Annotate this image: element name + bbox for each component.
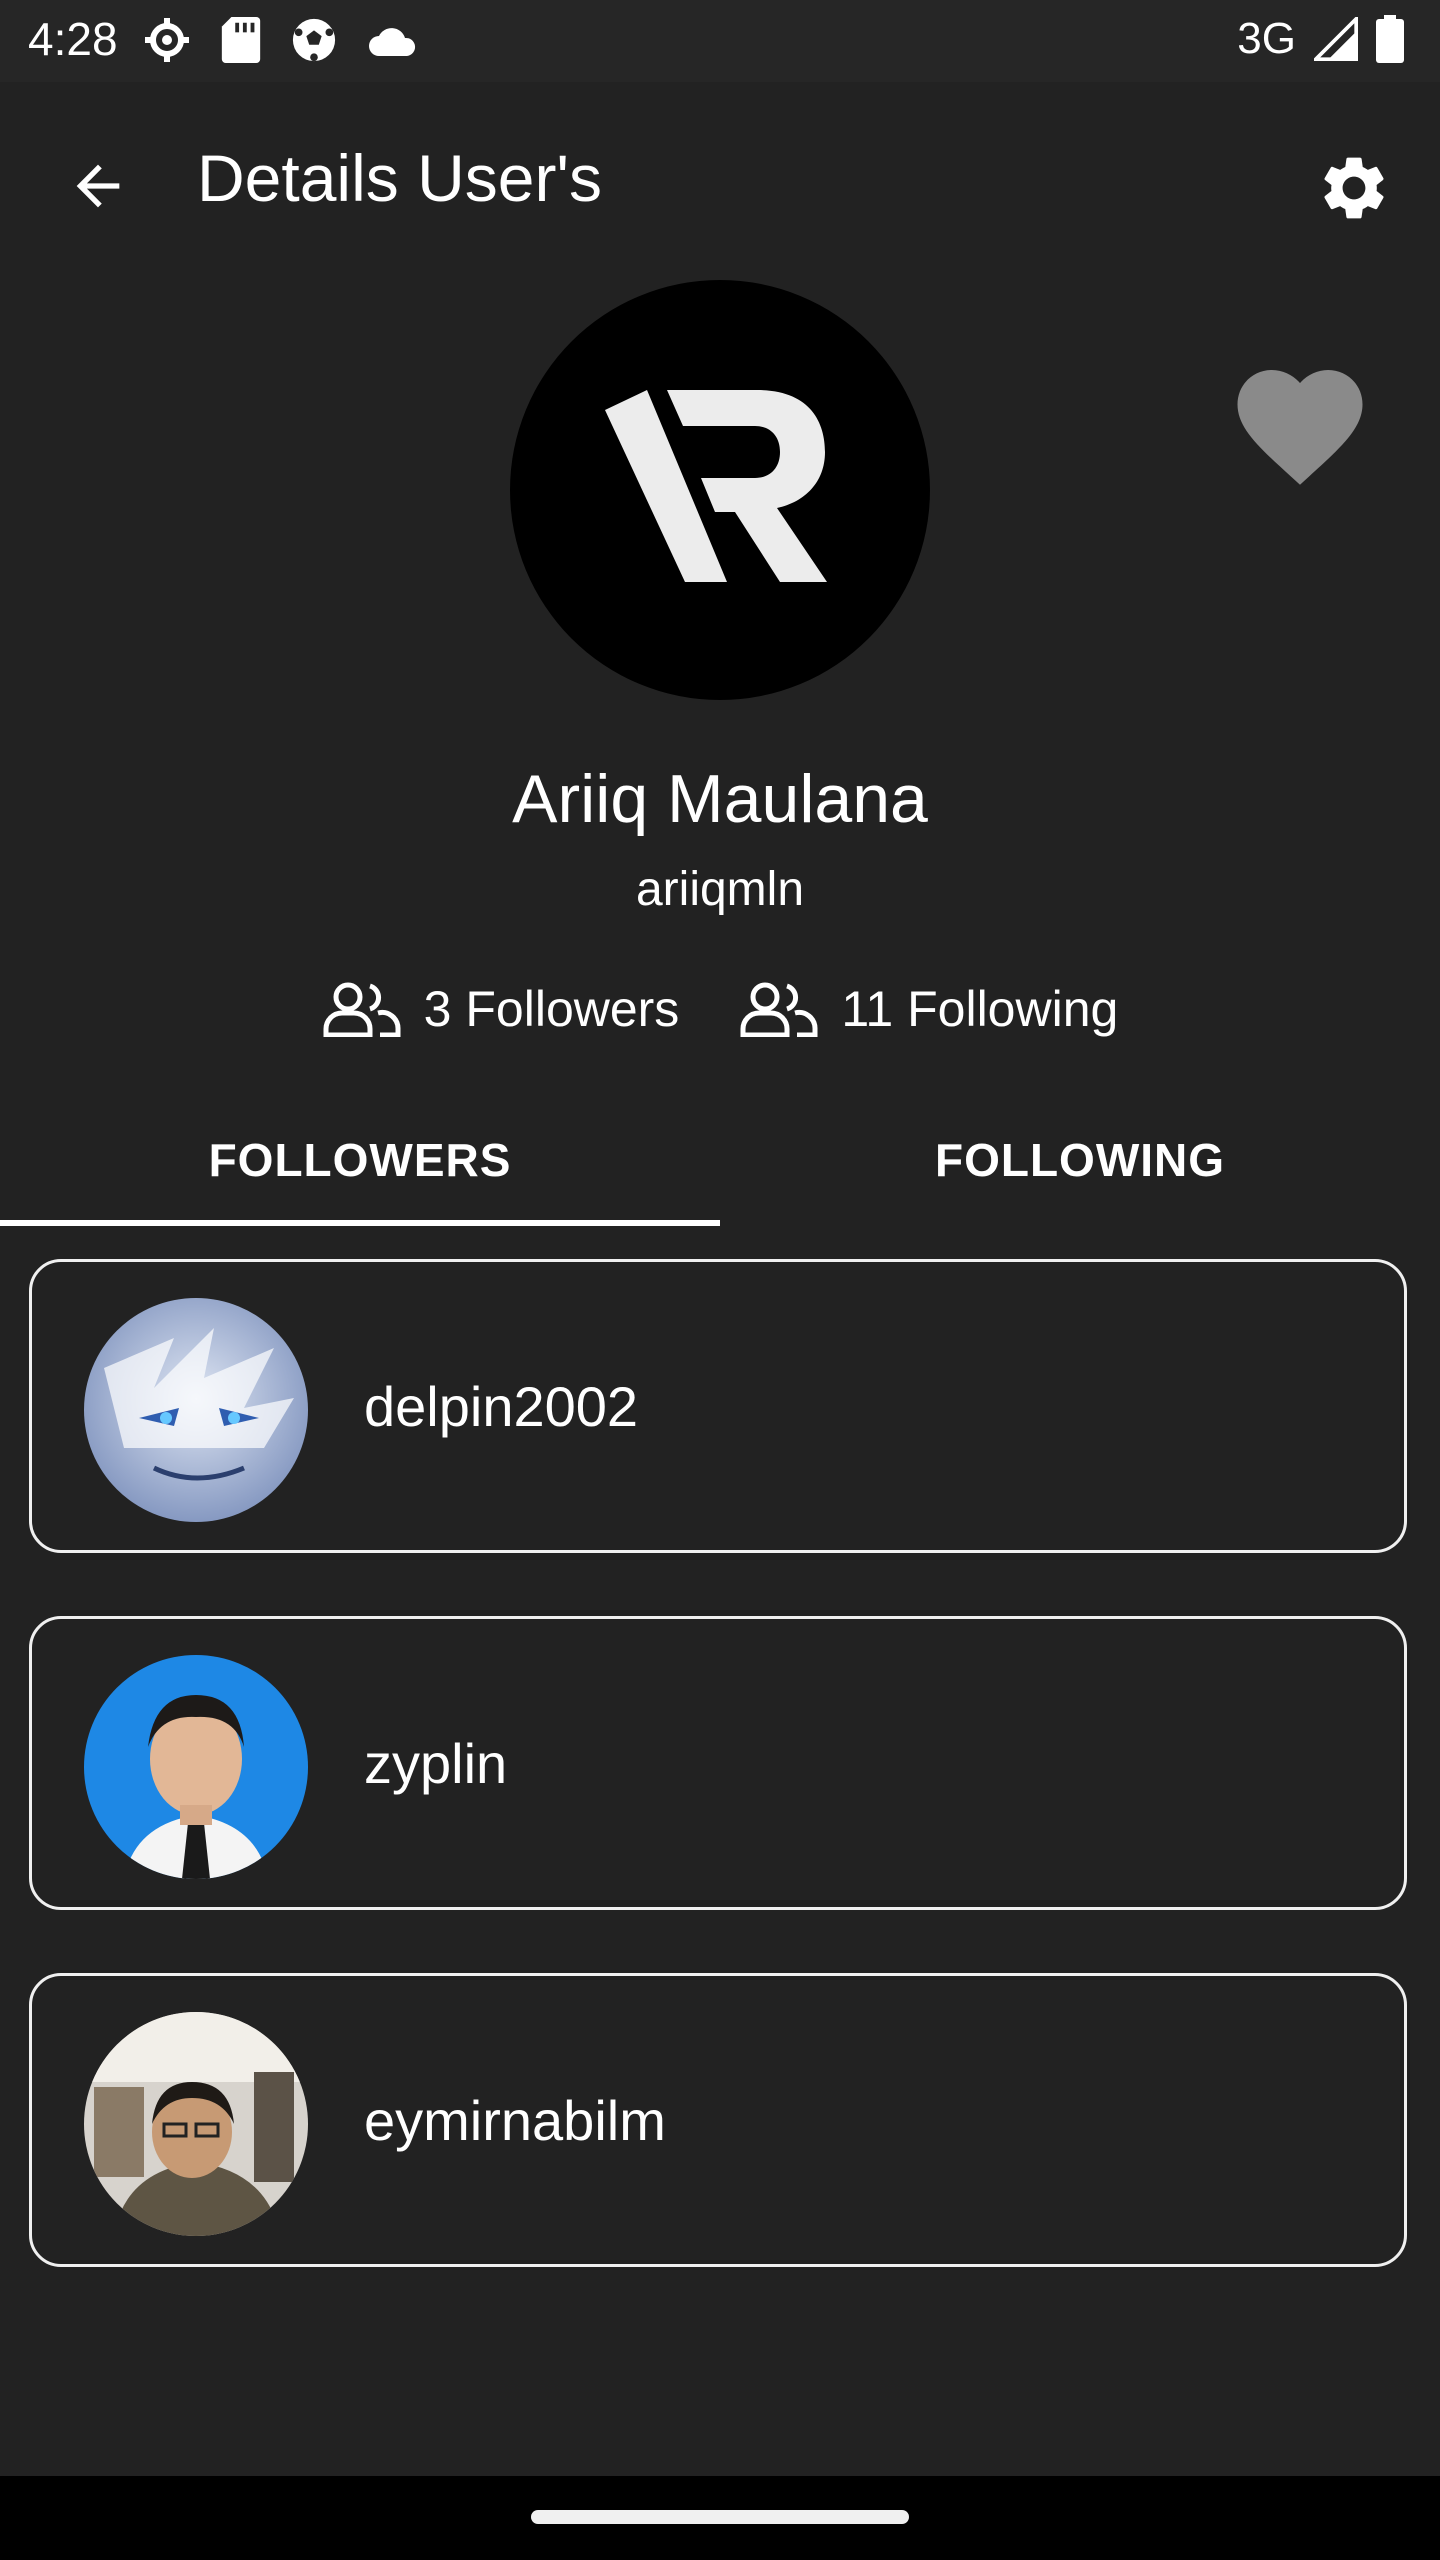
tab-indicator — [0, 1220, 720, 1226]
username: eymirnabilm — [364, 2089, 666, 2152]
user-login: ariiqmln — [635, 863, 805, 916]
status-time: 4:28 — [28, 13, 118, 65]
status-bar: 4:28 3G — [0, 0, 1440, 82]
tab-bar: FOLLOWERS FOLLOWING — [0, 1090, 1440, 1230]
avatar — [84, 1655, 308, 1879]
followers-count: 3 Followers — [423, 981, 680, 1037]
following-count: 11 Following — [841, 981, 1119, 1037]
people-icon — [740, 982, 818, 1037]
sd-card-icon — [221, 17, 261, 63]
battery-icon — [1376, 15, 1404, 63]
tab-following[interactable]: FOLLOWING — [720, 1090, 1440, 1230]
heart-icon — [1237, 370, 1363, 485]
gear-notification-icon — [145, 18, 189, 62]
list-item[interactable]: delpin2002 — [29, 1259, 1407, 1553]
arrow-back-icon — [76, 164, 120, 208]
people-icon — [323, 982, 401, 1037]
user-full-name: Ariiq Maulana — [512, 761, 928, 837]
followers-stat: 3 Followers — [322, 980, 680, 1038]
notification-icons — [143, 16, 419, 64]
signal-icon — [1314, 17, 1358, 61]
follow-stats: 3 Followers 11 Following — [0, 980, 1440, 1038]
settings-button[interactable] — [1312, 146, 1396, 230]
following-stat: 11 Following — [739, 980, 1118, 1038]
avatar — [84, 1298, 308, 1522]
soccer-ball-icon — [292, 18, 336, 62]
network-type: 3G — [1237, 14, 1296, 63]
avatar — [84, 2012, 308, 2236]
r-logo — [605, 390, 827, 582]
page-title: Details User's — [197, 141, 603, 215]
username: delpin2002 — [364, 1375, 639, 1438]
cloud-icon — [369, 28, 416, 56]
list-item[interactable]: zyplin — [29, 1616, 1407, 1910]
list-item[interactable]: eymirnabilm — [29, 1973, 1407, 2267]
tab-followers[interactable]: FOLLOWERS — [0, 1090, 720, 1230]
username: zyplin — [364, 1732, 508, 1795]
favorite-button[interactable] — [1225, 350, 1375, 490]
system-icons: 3G — [1237, 14, 1404, 64]
profile-avatar — [510, 280, 930, 700]
navigation-bar — [0, 2476, 1440, 2560]
home-gesture-handle[interactable] — [531, 2510, 909, 2524]
back-button[interactable] — [60, 148, 136, 224]
gear-icon — [1324, 157, 1384, 219]
app-bar: Details User's — [0, 82, 1440, 282]
